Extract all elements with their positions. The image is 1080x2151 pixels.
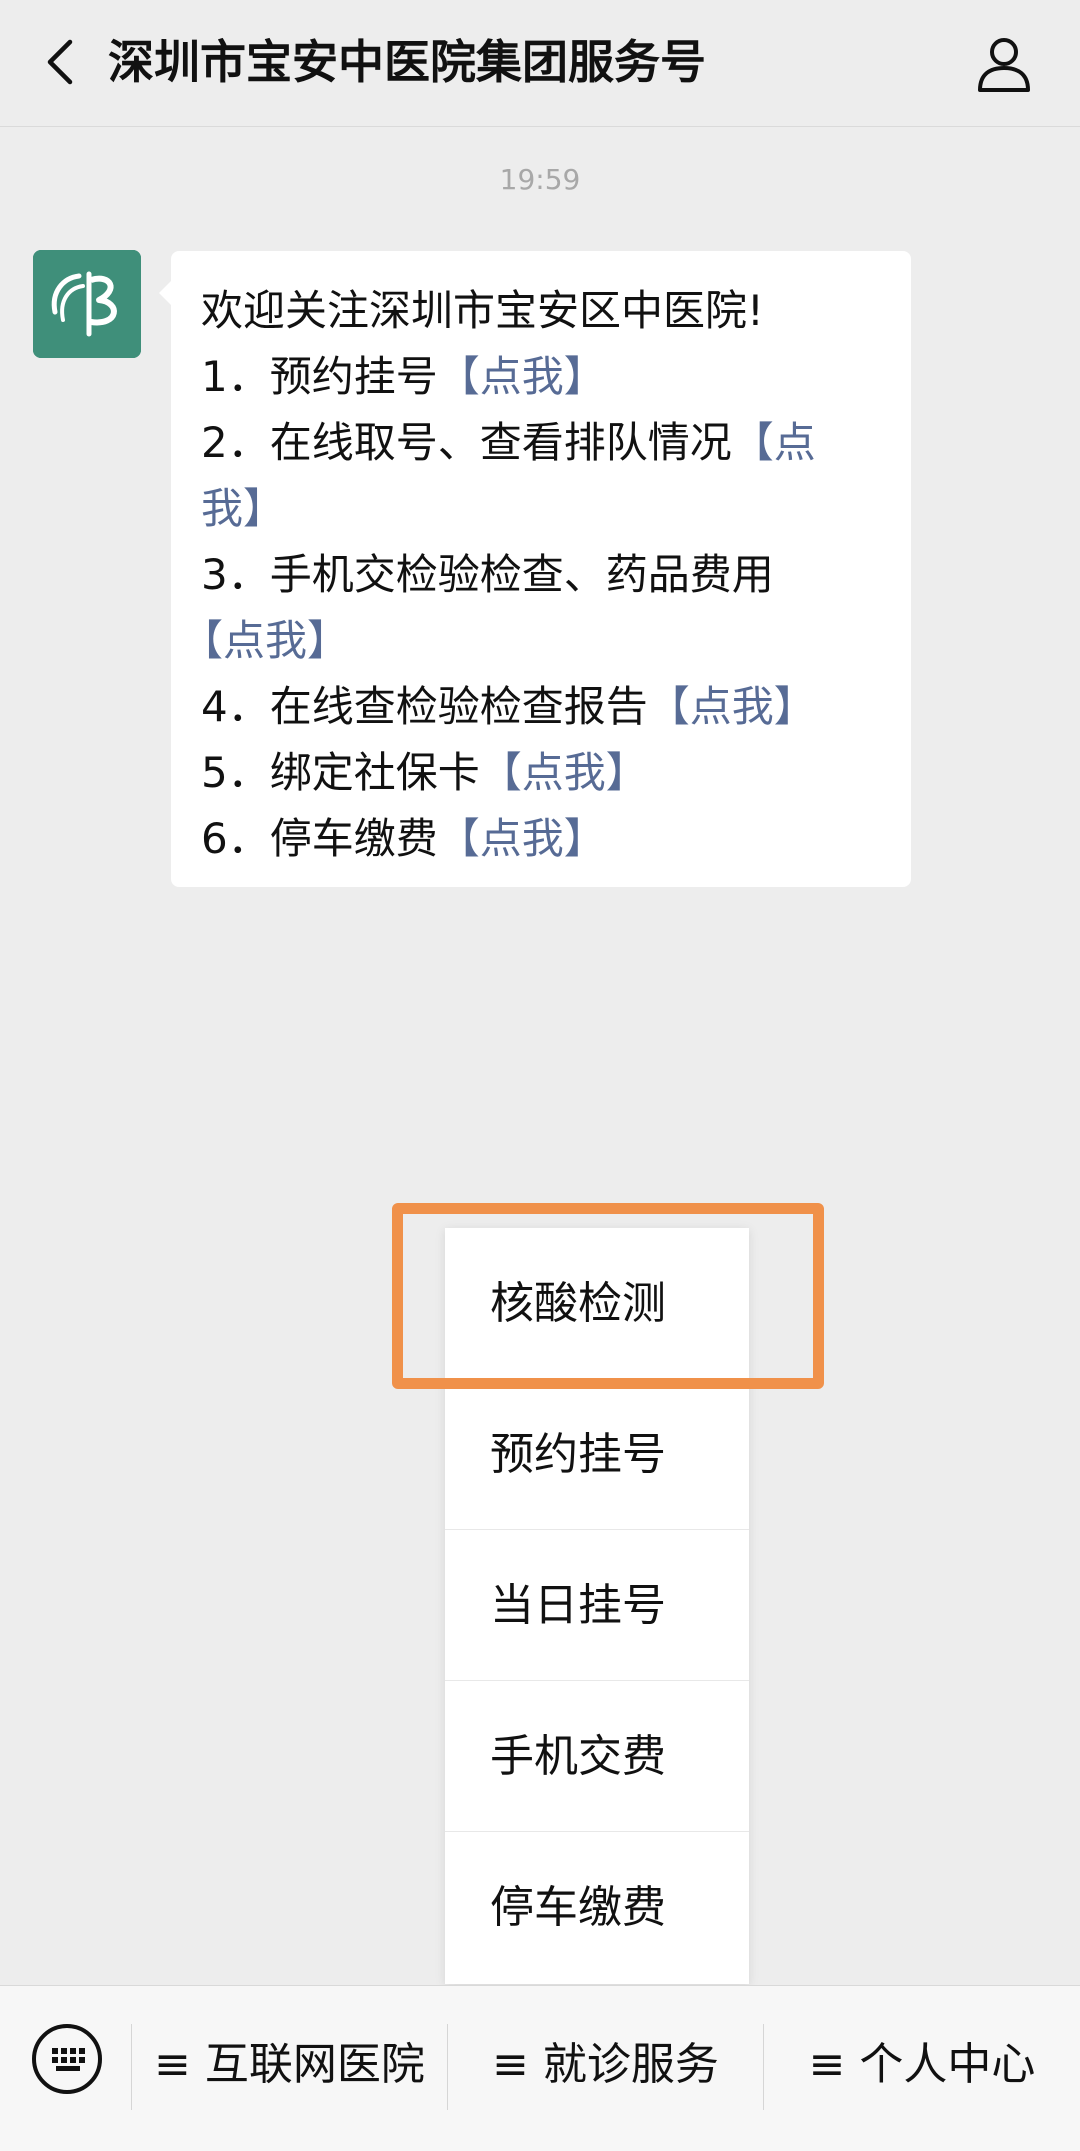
parking-link[interactable]: 【点我】 [438,814,606,863]
menu-item-label: 预约挂号 [490,1429,666,1480]
message-bubble: 欢迎关注深圳市宝安区中医院! 1．预约挂号【点我】 2．在线取号、查看排队情况【… [159,251,911,887]
menu-item-label: 停车缴费 [490,1882,666,1933]
person-icon[interactable] [972,32,1036,96]
menu-item-appointment[interactable]: 预约挂号 [445,1379,749,1530]
bottom-menu-internet-hospital[interactable]: ≡ 互联网医院 [132,2022,447,2108]
menu-line-3-wrap: 【点我】 [181,608,887,674]
keyboard-icon[interactable] [30,2022,104,2096]
bottom-menu-clinic-services[interactable]: ≡ 就诊服务 [448,2022,763,2108]
social-card-link[interactable]: 【点我】 [480,748,648,797]
menu-line-3-text: 3．手机交检验检查、药品费用 [201,550,774,599]
menu-line-6-text: 6．停车缴费 [201,814,438,863]
menu-item-parking-payment[interactable]: 停车缴费 [445,1832,749,1983]
menu-line-4: 4．在线查检验检查报告【点我】 [201,674,887,740]
queue-link-part1[interactable]: 【点 [732,418,816,467]
report-link[interactable]: 【点我】 [648,682,816,731]
hospital-logo-icon [33,250,141,358]
page-title: 深圳市宝安中医院集团服务号 [108,35,706,89]
menu-item-mobile-payment[interactable]: 手机交费 [445,1681,749,1832]
bottom-menu-personal-center[interactable]: ≡ 个人中心 [764,2022,1080,2108]
menu-line-5: 5．绑定社保卡【点我】 [201,740,887,806]
bottom-menu-bar: ≡ 互联网医院 ≡ 就诊服务 ≡ 个人中心 [0,1985,1080,2151]
menu-line-5-text: 5．绑定社保卡 [201,748,480,797]
appointment-link[interactable]: 【点我】 [438,352,606,401]
hospital-avatar[interactable] [33,250,141,358]
greeting-line: 欢迎关注深圳市宝安区中医院! [201,286,764,335]
message-timestamp: 19:59 [499,163,581,196]
menu-line-4-text: 4．在线查检验检查报告 [201,682,648,731]
chevron-left-icon[interactable] [34,34,90,90]
bubble-tail [159,281,171,305]
menu-line-3: 3．手机交检验检查、药品费用 [201,542,887,608]
menu-line-1: 1．预约挂号【点我】 [201,344,887,410]
menu-item-same-day-registration[interactable]: 当日挂号 [445,1530,749,1681]
menu-item-label: 当日挂号 [490,1580,666,1631]
menu-item-label: 手机交费 [490,1731,666,1782]
queue-link-part2[interactable]: 我】 [201,484,285,533]
payment-link[interactable]: 【点我】 [181,616,349,665]
highlight-annotation-box [392,1203,824,1389]
menu-line-2-text: 2．在线取号、查看排队情况 [201,418,732,467]
top-nav-bar: 深圳市宝安中医院集团服务号 [0,0,1080,127]
menu-line-2: 2．在线取号、查看排队情况【点 [201,410,887,476]
menu-line-2-wrap: 我】 [201,476,887,542]
menu-line-1-text: 1．预约挂号 [201,352,438,401]
menu-line-6: 6．停车缴费【点我】 [201,806,887,872]
